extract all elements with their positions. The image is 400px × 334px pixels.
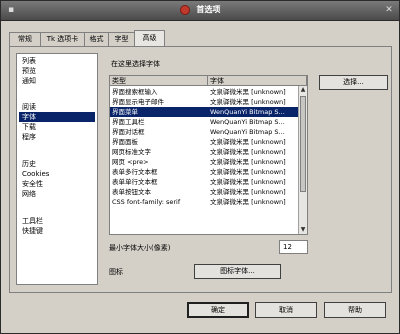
tab-general[interactable]: 常规 — [9, 32, 41, 46]
font-cell: 文泉驿微米黑 [unknown] — [210, 168, 286, 176]
category-item[interactable]: 历史 — [19, 159, 95, 169]
font-cell: 文泉驿微米黑 [unknown] — [210, 188, 286, 196]
help-button[interactable]: 帮助 — [324, 302, 386, 318]
category-item[interactable]: 网络 — [19, 189, 95, 199]
min-font-size-label: 最小字体大小(像素) — [109, 244, 171, 252]
type-cell: 界面工具栏 — [112, 118, 145, 126]
select-font-button[interactable]: 选择... — [319, 75, 388, 90]
icon-font-button[interactable]: 图标字体... — [194, 264, 281, 279]
ok-button[interactable]: 确定 — [187, 302, 249, 318]
table-row[interactable]: 表单多行文本框 文泉驿微米黑 [unknown] — [110, 167, 298, 177]
min-font-size-input[interactable]: 12 — [279, 240, 308, 254]
category-item[interactable]: 程序 — [19, 132, 95, 142]
type-cell: 表单按钮文本 — [112, 188, 151, 196]
table-row[interactable]: CSS font-family: serif 文泉驿微米黑 [unknown] — [110, 197, 298, 207]
column-header-type[interactable]: 类型 — [110, 76, 208, 86]
tab-tk[interactable]: Tk 选项卡 — [40, 32, 85, 46]
type-cell: 界面显示电子邮件 — [112, 98, 164, 106]
category-item-fonts[interactable]: 字体 — [19, 112, 95, 122]
close-icon[interactable]: ✕ — [384, 5, 394, 15]
category-item[interactable]: 快捷键 — [19, 226, 95, 236]
type-cell: 网页 <pre> — [112, 158, 149, 166]
type-cell: 界面搜索框输入 — [112, 88, 158, 96]
category-item[interactable]: 通知 — [19, 76, 95, 86]
scroll-down-icon[interactable]: ▼ — [299, 226, 307, 234]
window-title-wrap: 首选项 — [1, 4, 399, 15]
font-cell: WenQuanYi Bitmap S... — [210, 108, 285, 116]
font-cell: 文泉驿微米黑 [unknown] — [210, 88, 286, 96]
table-row[interactable]: 网页 <pre> 文泉驿微米黑 [unknown] — [110, 157, 298, 167]
preferences-window: ▪ 首选项 ✕ 常规 Tk 选项卡 格式 字型 高级 列表 预览 通知 阅读 字… — [0, 0, 400, 334]
font-table[interactable]: 类型 字体 界面搜索框输入 文泉驿微米黑 [unknown] 界面显示电子邮件 文泉… — [109, 75, 308, 235]
table-row[interactable]: 界面对话框 WenQuanYi Bitmap S... — [110, 127, 298, 137]
table-row-selected[interactable]: 界面菜单 WenQuanYi Bitmap S... — [110, 107, 298, 117]
category-item[interactable]: 预览 — [19, 66, 95, 76]
tab-advanced[interactable]: 高级 — [134, 30, 165, 47]
table-row[interactable]: 界面搜索框输入 文泉驿微米黑 [unknown] — [110, 87, 298, 97]
table-row[interactable]: 界面显示电子邮件 文泉驿微米黑 [unknown] — [110, 97, 298, 107]
font-cell: 文泉驿微米黑 [unknown] — [210, 158, 286, 166]
table-row[interactable]: 界面工具栏 WenQuanYi Bitmap S... — [110, 117, 298, 127]
type-cell: 界面菜单 — [112, 108, 138, 116]
font-cell: 文泉驿微米黑 [unknown] — [210, 148, 286, 156]
category-item[interactable]: 安全性 — [19, 179, 95, 189]
fonts-section-heading: 在这里选择字体 — [111, 60, 160, 68]
type-cell: 表单单行文本框 — [112, 178, 158, 186]
scroll-up-icon[interactable]: ▲ — [299, 86, 307, 94]
tab-format[interactable]: 格式 — [84, 32, 109, 46]
font-cell: 文泉驿微米黑 [unknown] — [210, 178, 286, 186]
scrollbar-thumb[interactable] — [300, 96, 306, 192]
font-cell: 文泉驿微米黑 [unknown] — [210, 138, 286, 146]
type-cell: 表单多行文本框 — [112, 168, 158, 176]
table-row[interactable]: 表单单行文本框 文泉驿微米黑 [unknown] — [110, 177, 298, 187]
category-list[interactable]: 列表 预览 通知 阅读 字体 下载 程序 历史 Cookies 安全性 网络 工… — [16, 53, 98, 285]
table-row[interactable]: 界面面板 文泉驿微米黑 [unknown] — [110, 137, 298, 147]
icon-font-label: 图标 — [109, 268, 123, 276]
cancel-button[interactable]: 取消 — [255, 302, 317, 318]
type-cell: 网页标准文字 — [112, 148, 151, 156]
font-cell: 文泉驿微米黑 [unknown] — [210, 98, 286, 106]
table-row[interactable]: 表单按钮文本 文泉驿微米黑 [unknown] — [110, 187, 298, 197]
type-cell: 界面面板 — [112, 138, 138, 146]
title-bar[interactable]: ▪ 首选项 ✕ — [1, 1, 399, 21]
app-logo-icon — [179, 4, 190, 15]
category-item[interactable]: 下载 — [19, 122, 95, 132]
table-scrollbar[interactable]: ▲ ▼ — [298, 86, 307, 234]
font-cell: WenQuanYi Bitmap S... — [210, 118, 285, 126]
window-title: 首选项 — [196, 5, 221, 14]
category-item[interactable]: 工具栏 — [19, 216, 95, 226]
type-cell: CSS font-family: serif — [112, 198, 181, 206]
type-cell: 界面对话框 — [112, 128, 145, 136]
category-item[interactable]: 阅读 — [19, 102, 95, 112]
tab-font[interactable]: 字型 — [108, 32, 135, 46]
font-cell: WenQuanYi Bitmap S... — [210, 128, 285, 136]
column-header-font[interactable]: 字体 — [208, 76, 307, 86]
category-item[interactable]: Cookies — [19, 169, 95, 179]
table-row[interactable]: 网页标准文字 文泉驿微米黑 [unknown] — [110, 147, 298, 157]
category-item[interactable]: 列表 — [19, 56, 95, 66]
font-cell: 文泉驿微米黑 [unknown] — [210, 198, 286, 206]
